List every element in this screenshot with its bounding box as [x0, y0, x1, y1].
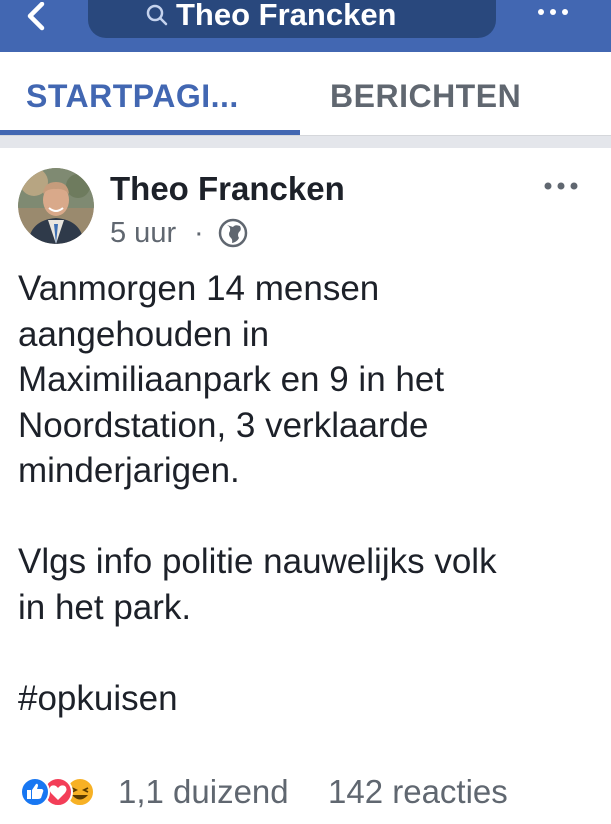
post-text-line: minderjarigen. — [18, 451, 240, 490]
page-tabs: STARTPAGI... BERICHTEN — [0, 52, 611, 136]
comment-count[interactable]: 142 reacties — [328, 774, 508, 810]
post-text-line: Maximiliaanpark en 9 in het — [18, 360, 445, 399]
search-bar[interactable]: Theo Francken — [88, 0, 496, 38]
feed-separator — [0, 136, 611, 148]
chevron-left-icon[interactable] — [22, 2, 52, 32]
reaction-icons[interactable] — [18, 776, 98, 810]
post-text-line: Vanmorgen 14 mensen — [18, 269, 380, 308]
post-author-name[interactable]: Theo Francken — [110, 170, 345, 208]
post-text-line: in het park. — [18, 587, 192, 627]
more-horizontal-icon[interactable] — [533, 2, 573, 26]
avatar[interactable] — [18, 168, 94, 244]
reaction-count[interactable]: 1,1 duizend — [118, 774, 289, 810]
globe-icon — [218, 218, 248, 248]
post-text-line: aangehouden in — [18, 314, 270, 354]
post-card: Theo Francken 5 uur · Vanmorgen 14 mense… — [0, 148, 611, 824]
meta-separator: · — [194, 217, 204, 249]
post-options-icon[interactable] — [540, 180, 582, 192]
search-icon — [146, 4, 168, 26]
post-body: Vanmorgen 14 mensen aangehouden in Maxim… — [18, 266, 598, 721]
top-bar: Theo Francken — [0, 0, 611, 52]
post-timestamp[interactable]: 5 uur — [110, 216, 176, 250]
search-query-text: Theo Francken — [176, 0, 397, 32]
post-text-line: Noordstation, 3 verklaarde — [18, 405, 429, 445]
tab-startpagina[interactable]: STARTPAGI... — [26, 78, 239, 114]
tab-berichten[interactable]: BERICHTEN — [330, 78, 521, 114]
post-hashtag[interactable]: #opkuisen — [18, 676, 598, 722]
post-text-line: Vlgs info politie nauwelijks volk — [18, 542, 497, 581]
like-icon — [20, 777, 50, 807]
